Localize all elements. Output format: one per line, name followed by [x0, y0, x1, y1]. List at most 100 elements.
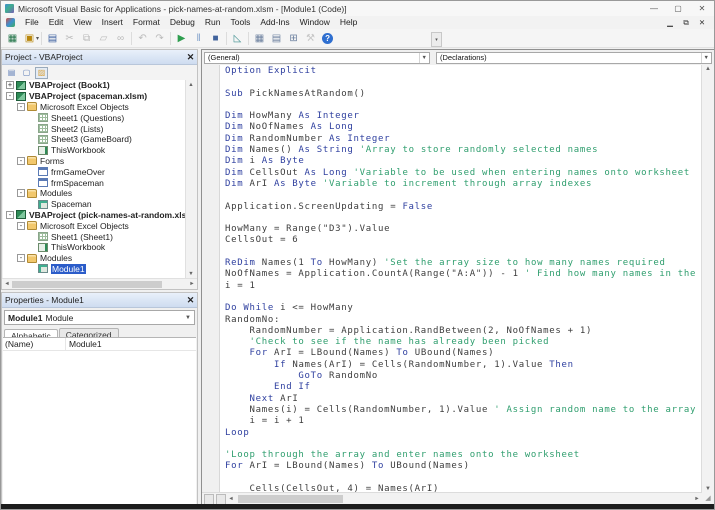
module-icon [38, 199, 48, 209]
title-bar: Microsoft Visual Basic for Applications … [1, 1, 714, 16]
scroll-left-icon[interactable]: ◄ [2, 279, 12, 289]
code-line: RandomNo: [225, 314, 281, 325]
tree-item-label: frmGameOver [51, 166, 105, 177]
chevron-down-icon[interactable]: ▾ [36, 35, 39, 42]
scrollbar-thumb[interactable] [12, 280, 162, 288]
menu-format[interactable]: Format [128, 17, 165, 27]
tree-item-modules[interactable]: - Modules [3, 253, 186, 264]
code-margin-bar [203, 65, 220, 493]
tree-item-sheet2-lists[interactable]: Sheet2 (Lists) [3, 123, 186, 134]
vba-editor-window: Microsoft Visual Basic for Applications … [0, 0, 715, 510]
menu-add-ins[interactable]: Add-Ins [255, 17, 294, 27]
menu-tools[interactable]: Tools [225, 17, 255, 27]
tree-item-vbaproject-book1[interactable]: + VBAProject (Book1) [3, 80, 186, 91]
view-code-icon[interactable]: ▤ [5, 67, 18, 79]
scrollbar-thumb[interactable] [238, 495, 343, 503]
code-line: Dim HowMany As Integer [225, 111, 360, 122]
code-text[interactable]: Option Explicit Sub PickNamesAtRandom() … [225, 66, 702, 493]
toolbar-separator [226, 31, 228, 45]
procedure-view-icon[interactable] [204, 493, 214, 505]
expand-icon[interactable]: + [6, 81, 14, 90]
tree-item-forms[interactable]: - Forms [3, 156, 186, 167]
collapse-icon[interactable]: - [6, 210, 14, 219]
mdi-restore-icon[interactable]: ⧉ [678, 18, 694, 28]
reset-icon[interactable]: ■ [208, 31, 223, 46]
collapse-icon[interactable]: - [17, 221, 25, 230]
menu-edit[interactable]: Edit [44, 17, 69, 27]
project-panel-caption[interactable]: Project - VBAProject ✕ [2, 50, 197, 65]
help-icon[interactable]: ? [320, 31, 335, 46]
scroll-down-icon[interactable]: ▼ [702, 486, 714, 492]
project-vertical-scrollbar[interactable]: ▲ ▼ [185, 80, 197, 279]
find-icon: ∞ [116, 32, 125, 44]
toolbar-separator [131, 31, 133, 45]
toggle-folders-icon[interactable]: ▨ [35, 66, 48, 79]
tree-item-spaceman[interactable]: Spaceman [3, 199, 186, 210]
tree-item-thisworkbook[interactable]: ThisWorkbook [3, 242, 186, 253]
save-icon[interactable]: ▤ [45, 31, 60, 46]
tree-item-sheet1-sheet1[interactable]: Sheet1 (Sheet1) [3, 231, 186, 242]
properties-window-icon[interactable]: ▤ [269, 31, 284, 46]
object-dropdown[interactable]: (General) ▼ [204, 51, 430, 64]
tree-item-microsoft-excel-objects[interactable]: - Microsoft Excel Objects [3, 102, 186, 113]
scroll-up-icon[interactable]: ▲ [186, 80, 196, 90]
menu-view[interactable]: View [68, 17, 96, 27]
tree-item-sheet3-gameboard[interactable]: Sheet3 (GameBoard) [3, 134, 186, 145]
run-sub-icon[interactable]: ▶ [174, 31, 189, 46]
tree-item-vbaproject-pick-names-at-random-xlsm[interactable]: - VBAProject (pick-names-at-random.xlsm) [3, 210, 186, 221]
tree-item-thisworkbook[interactable]: ThisWorkbook [3, 145, 186, 156]
property-value[interactable]: Module1 [66, 338, 102, 350]
menu-debug[interactable]: Debug [165, 17, 200, 27]
collapse-icon[interactable]: - [17, 189, 25, 198]
code-vertical-scrollbar[interactable]: ▲ ▼ [701, 65, 714, 493]
collapse-icon[interactable]: - [6, 92, 14, 101]
minimize-icon[interactable]: — [642, 4, 666, 13]
full-module-view-icon[interactable] [216, 493, 226, 505]
view-microsoft-excel-icon[interactable]: ▦ [5, 31, 20, 46]
tree-item-vbaproject-spaceman-xlsm[interactable]: - VBAProject (spaceman.xlsm) [3, 91, 186, 102]
scroll-right-icon[interactable]: ► [692, 494, 702, 504]
mdi-close-icon[interactable]: ✕ [694, 18, 710, 27]
menu-file[interactable]: File [20, 17, 44, 27]
scroll-up-icon[interactable]: ▲ [702, 66, 714, 72]
design-mode-icon[interactable]: ◺ [230, 31, 245, 46]
properties-close-icon[interactable]: ✕ [184, 295, 197, 306]
tree-item-frmspaceman[interactable]: frmSpaceman [3, 177, 186, 188]
tree-item-modules[interactable]: - Modules [3, 188, 186, 199]
procedure-dropdown[interactable]: (Declarations) ▼ [436, 51, 712, 64]
code-line: Loop [225, 427, 250, 438]
scroll-left-icon[interactable]: ◄ [226, 494, 236, 504]
project-close-icon[interactable]: ✕ [184, 52, 197, 63]
menu-run[interactable]: Run [200, 17, 226, 27]
properties-panel-caption[interactable]: Properties - Module1 ✕ [2, 293, 197, 308]
object-browser-icon[interactable]: ⊞ [286, 31, 301, 46]
menu-insert[interactable]: Insert [97, 17, 128, 27]
properties-panel-title: Properties - Module1 [5, 295, 84, 305]
view-object-icon[interactable]: ▢ [20, 67, 33, 79]
break-icon[interactable]: ‖ [191, 31, 206, 46]
code-line: GoTo RandomNo [298, 371, 378, 382]
toolbar-options-icon[interactable]: ▾ [431, 32, 442, 47]
code-editor[interactable]: Option Explicit Sub PickNamesAtRandom() … [203, 65, 702, 493]
close-icon[interactable]: ✕ [690, 4, 714, 13]
mdi-minimize-icon[interactable]: ▁ [662, 18, 678, 27]
object-selector[interactable]: Module1 Module ▼ [4, 310, 195, 325]
collapse-icon[interactable]: - [17, 254, 25, 263]
property-row[interactable]: (Name) Module1 [3, 338, 196, 351]
menu-window[interactable]: Window [295, 17, 335, 27]
tree-item-frmgameover[interactable]: frmGameOver [3, 166, 186, 177]
tree-item-microsoft-excel-objects[interactable]: - Microsoft Excel Objects [3, 220, 186, 231]
insert-userform-icon[interactable]: ▣ [22, 31, 37, 46]
tree-item-sheet1-questions[interactable]: Sheet1 (Questions) [3, 112, 186, 123]
tree-item-module1[interactable]: Module1 [3, 263, 186, 275]
menu-help[interactable]: Help [335, 17, 362, 27]
project-explorer-icon[interactable]: ▦ [252, 31, 267, 46]
project-horizontal-scrollbar[interactable]: ◄ ► [2, 278, 197, 289]
collapse-icon[interactable]: - [17, 156, 25, 165]
tree-item-label: Module1 [51, 263, 86, 274]
collapse-icon[interactable]: - [17, 102, 25, 111]
maximize-icon[interactable]: ▢ [666, 4, 690, 13]
scroll-right-icon[interactable]: ► [187, 279, 197, 289]
